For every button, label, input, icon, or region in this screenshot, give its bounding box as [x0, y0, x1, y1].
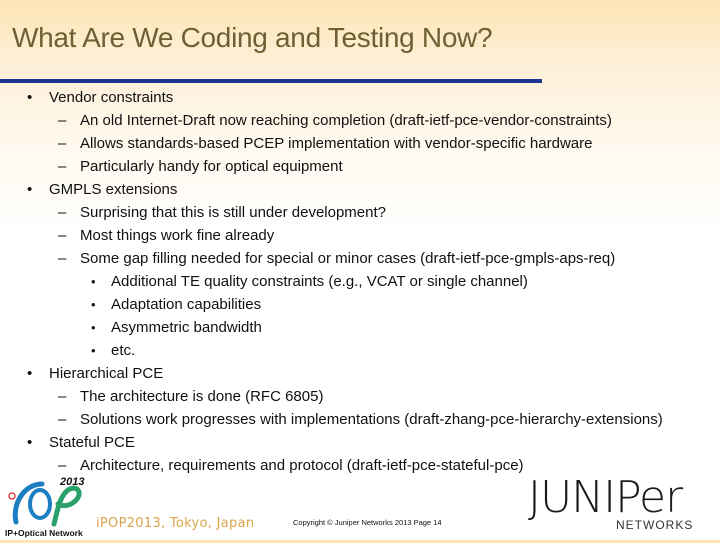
- dash-bullet-icon: –: [58, 227, 67, 244]
- dash-bullet-icon: –: [58, 135, 67, 152]
- dash-bullet-icon: –: [58, 250, 67, 267]
- dash-bullet-icon: –: [58, 388, 67, 405]
- ipop-logo: 2013 IP+Optical Network: [2, 474, 86, 538]
- bullet-text: Stateful PCE: [49, 434, 135, 451]
- bullet-text: Particularly handy for optical equipment: [80, 158, 343, 175]
- bullet-icon: •: [91, 297, 96, 312]
- bullet-text: Adaptation capabilities: [111, 296, 262, 313]
- dash-bullet-icon: –: [58, 158, 67, 175]
- logo-tagline: IP+Optical Network: [5, 528, 83, 538]
- bullet-text: Solutions work progresses with implement…: [80, 411, 663, 428]
- bullet-text: An old Internet-Draft now reaching compl…: [80, 112, 612, 129]
- bullet-icon: •: [27, 89, 33, 106]
- juniper-networks-label: NETWORKS: [616, 518, 694, 532]
- bullet-text: Surprising that this is still under deve…: [80, 204, 386, 221]
- bullet-text: Some gap filling needed for special or m…: [80, 250, 616, 267]
- bullet-text: Additional TE quality constraints (e.g.,…: [111, 273, 528, 290]
- bullet-text: Hierarchical PCE: [49, 365, 164, 382]
- bullet-icon: •: [91, 320, 96, 335]
- bullet-icon: •: [91, 343, 96, 358]
- bullet-text: etc.: [111, 342, 136, 359]
- bullet-icon: •: [27, 365, 33, 382]
- dash-bullet-icon: –: [58, 204, 67, 221]
- bullet-text: Vendor constraints: [49, 89, 174, 106]
- bullet-text: GMPLS extensions: [49, 181, 178, 198]
- dash-bullet-icon: –: [58, 112, 67, 129]
- copyright-text: Copyright © Juniper Networks 2013 Page 1…: [293, 518, 442, 527]
- dash-bullet-icon: –: [58, 411, 67, 428]
- bullet-text: Asymmetric bandwidth: [111, 319, 262, 336]
- bullet-text: The architecture is done (RFC 6805): [80, 388, 324, 405]
- bullet-text: Allows standards-based PCEP implementati…: [80, 135, 593, 152]
- bullet-icon: •: [91, 274, 96, 289]
- bullet-text: Architecture, requirements and protocol …: [80, 457, 524, 474]
- event-name: iPOP2013, Tokyo, Japan: [96, 516, 255, 531]
- juniper-wordmark: JUNIPer: [528, 472, 683, 523]
- title-divider: [0, 79, 542, 83]
- bullet-icon: •: [27, 434, 33, 451]
- slide-title: What Are We Coding and Testing Now?: [12, 22, 493, 53]
- bullet-text: Most things work fine already: [80, 227, 275, 244]
- ipop-logo-graphic: 2013 IP+Optical Network: [5, 476, 84, 538]
- bullet-icon: •: [27, 181, 33, 198]
- juniper-logo: JUNIPer NETWORKS: [528, 472, 714, 536]
- logo-year: 2013: [59, 476, 84, 488]
